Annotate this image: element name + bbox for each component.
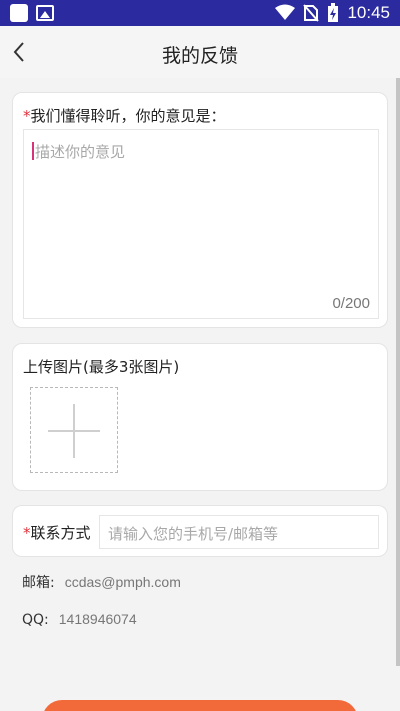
email-info: 邮箱: ccdas@pmph.com (22, 572, 181, 592)
submit-button[interactable] (42, 700, 358, 711)
qq-value: 1418946074 (58, 611, 137, 627)
battery-charging-icon (328, 3, 339, 22)
contact-label: *联系方式 (23, 522, 91, 543)
no-sim-icon (303, 4, 320, 22)
feedback-card: *我们懂得聆听，你的意见是： 描述你的意见 0/200 (12, 92, 388, 328)
image-notification-icon (36, 5, 54, 21)
contact-placeholder: 请输入您的手机号/邮箱等 (108, 525, 279, 543)
status-time: 10:45 (347, 3, 390, 22)
notification-app-icon (10, 4, 28, 22)
contact-label-text: 联系方式 (30, 524, 91, 542)
qq-info: QQ: 1418946074 (22, 611, 137, 628)
add-image-button[interactable] (30, 387, 118, 473)
required-mark: * (23, 107, 31, 125)
status-bar: 10:45 (0, 0, 400, 26)
wifi-icon (275, 4, 296, 20)
app-header: 我的反馈 (0, 26, 400, 78)
upload-card: 上传图片(最多3张图片) (12, 343, 388, 491)
feedback-label: *我们懂得聆听，你的意见是： (23, 105, 226, 126)
page-title: 我的反馈 (161, 45, 238, 67)
feedback-placeholder: 描述你的意见 (35, 143, 126, 161)
contact-input[interactable]: 请输入您的手机号/邮箱等 (99, 515, 379, 549)
email-label: 邮箱: (22, 575, 55, 591)
feedback-label-text: 我们懂得聆听，你的意见是： (30, 107, 226, 125)
feedback-textarea[interactable]: 描述你的意见 0/200 (23, 129, 379, 319)
scrollbar[interactable] (396, 78, 400, 666)
contact-card: *联系方式 请输入您的手机号/邮箱等 (12, 505, 388, 557)
char-counter: 0/200 (332, 295, 370, 312)
text-cursor (32, 142, 34, 160)
email-value: ccdas@pmph.com (64, 574, 181, 590)
required-mark: * (23, 524, 31, 542)
qq-label: QQ: (22, 612, 49, 628)
upload-label: 上传图片(最多3张图片) (23, 358, 180, 376)
